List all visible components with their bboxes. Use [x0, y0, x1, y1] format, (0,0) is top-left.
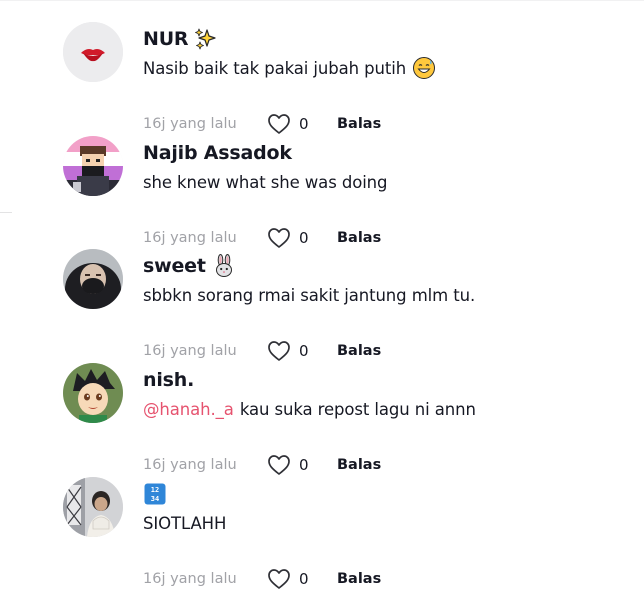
side-divider	[0, 212, 12, 213]
heart-icon	[268, 569, 290, 589]
numbers-icon-top: 12	[151, 486, 159, 494]
input-numbers-icon: 12 34	[143, 482, 167, 506]
comment-text: kau suka repost lagu ni annn	[239, 399, 476, 419]
heart-icon	[268, 455, 290, 475]
comment-item: sweet sbbkn sorang rmai sakit jantung ml…	[63, 249, 623, 362]
lips-avatar-image	[63, 22, 123, 82]
avatar[interactable]	[63, 363, 123, 423]
comment-item: NUR Nasib baik tak pakai jubah putih 16j…	[63, 22, 623, 135]
comment-time: 16j yang lalu	[143, 230, 237, 246]
comment-text: she knew what she was doing	[143, 172, 388, 192]
like-count: 0	[299, 456, 309, 474]
hijab-avatar-image	[63, 249, 123, 309]
mention-link[interactable]: @hanah._a	[143, 400, 234, 419]
heart-icon	[268, 228, 290, 248]
reply-button[interactable]: Balas	[337, 230, 381, 246]
like-button[interactable]: 0	[267, 227, 337, 249]
comment-time: 16j yang lalu	[143, 457, 237, 473]
avatar[interactable]	[63, 22, 123, 82]
top-divider	[0, 0, 644, 1]
username[interactable]: nish.	[143, 369, 194, 391]
comment-time: 16j yang lalu	[143, 343, 237, 359]
like-button[interactable]: 0	[267, 340, 337, 362]
pixel-art-avatar-image	[63, 136, 123, 196]
reply-button[interactable]: Balas	[337, 571, 381, 587]
rabbit-face-icon	[212, 254, 236, 278]
sparkles-icon	[194, 27, 218, 51]
numbers-icon-bottom: 34	[151, 495, 159, 503]
like-count: 0	[299, 229, 309, 247]
avatar[interactable]	[63, 249, 123, 309]
comment-text: Nasib baik tak pakai jubah putih	[143, 58, 407, 78]
photo-avatar-image	[63, 477, 123, 537]
grinning-sweat-face-icon	[412, 56, 436, 80]
comment-item: nish. @hanah._a kau suka repost lagu ni …	[63, 363, 623, 476]
comment-time: 16j yang lalu	[143, 571, 237, 587]
comment-item: 12 34 SIOTLAHH 16j yang lalu 0 Balas	[63, 477, 623, 590]
username[interactable]: NUR	[143, 28, 189, 50]
like-button[interactable]: 0	[267, 113, 337, 135]
avatar[interactable]	[63, 136, 123, 196]
comment-text: sbbkn sorang rmai sakit jantung mlm tu.	[143, 285, 476, 305]
reply-button[interactable]: Balas	[337, 457, 381, 473]
username[interactable]: Najib Assadok	[143, 142, 292, 164]
avatar[interactable]	[63, 477, 123, 537]
like-count: 0	[299, 570, 309, 588]
comment-time: 16j yang lalu	[143, 116, 237, 132]
username[interactable]: sweet	[143, 255, 206, 277]
like-button[interactable]: 0	[267, 454, 337, 476]
like-count: 0	[299, 115, 309, 133]
anime-avatar-image	[63, 363, 123, 423]
heart-icon	[268, 341, 290, 361]
like-button[interactable]: 0	[267, 568, 337, 590]
comment-item: Najib Assadok she knew what she was doin…	[63, 136, 623, 249]
reply-button[interactable]: Balas	[337, 116, 381, 132]
reply-button[interactable]: Balas	[337, 343, 381, 359]
heart-icon	[268, 114, 290, 134]
like-count: 0	[299, 342, 309, 360]
comment-text: SIOTLAHH	[143, 513, 227, 533]
